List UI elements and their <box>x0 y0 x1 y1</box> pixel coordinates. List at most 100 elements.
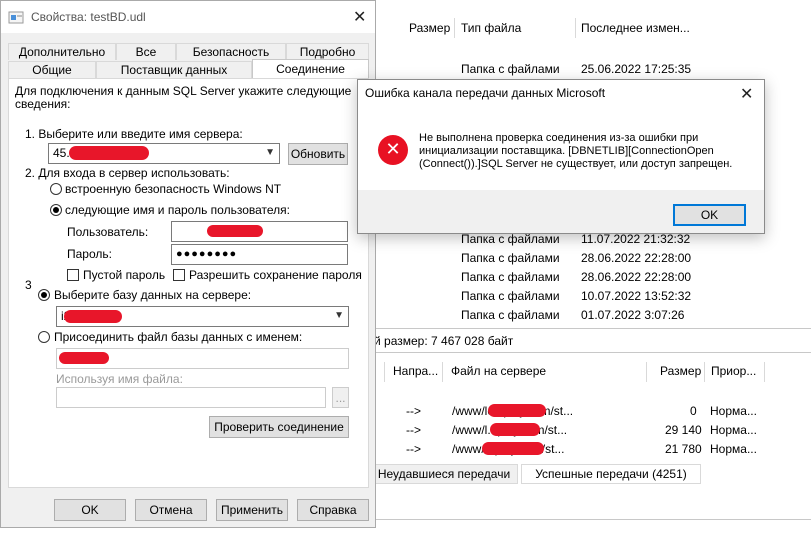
col-divider[interactable] <box>442 362 443 382</box>
file-date: 10.07.2022 13:52:32 <box>581 289 692 303</box>
queue-col-file[interactable]: Файл на сервере <box>451 360 546 382</box>
queue-direction: --> <box>406 404 421 418</box>
file-row[interactable]: Папка с файлами 01.07.2022 3:07:26 <box>370 306 811 325</box>
file-row[interactable]: Папка с файлами 28.06.2022 22:28:00 <box>370 249 811 268</box>
blank-password-label: Пустой пароль <box>83 268 166 282</box>
user-label: Пользователь: <box>67 225 149 239</box>
file-type: Папка с файлами <box>461 270 560 284</box>
tab-general[interactable]: Общие <box>8 61 96 78</box>
dialog-titlebar[interactable]: Свойства: testBD.udl ✕ <box>1 1 375 33</box>
queue-priority: Норма... <box>710 404 757 418</box>
file-date: 28.06.2022 22:28:00 <box>581 270 692 284</box>
col-size[interactable]: Размер <box>409 17 450 39</box>
error-message: Не выполнена проверка соединения из-за о… <box>419 132 733 170</box>
queue-col-direction[interactable]: Напра... <box>393 360 438 382</box>
error-dialog: Ошибка канала передачи данных Microsoft … <box>357 79 765 234</box>
save-password-checkbox[interactable] <box>173 269 185 281</box>
file-type: Папка с файлами <box>461 251 560 265</box>
save-password-label: Разрешить сохранение пароля <box>189 268 362 282</box>
attach-db-label: Присоединить файл базы данных с именем: <box>54 330 303 344</box>
file-row[interactable]: Папка с файлами 28.06.2022 22:28:00 <box>370 268 811 287</box>
file-row[interactable]: Папка с файлами 10.07.2022 13:52:32 <box>370 287 811 306</box>
col-type[interactable]: Тип файла <box>461 17 521 39</box>
user-password-label: следующие имя и пароль пользователя: <box>65 203 290 217</box>
file-type: Папка с файлами <box>461 62 560 76</box>
blank-password-checkbox[interactable] <box>67 269 79 281</box>
password-field[interactable]: ●●●●●●●● <box>171 244 348 265</box>
radio-user-password[interactable] <box>50 204 62 216</box>
divider <box>370 519 811 520</box>
test-connection-button[interactable]: Проверить соединение <box>209 416 349 438</box>
password-label: Пароль: <box>67 247 112 261</box>
using-filename-label: Используя имя файла: <box>56 372 183 386</box>
col-divider[interactable] <box>384 362 385 382</box>
tab-all[interactable]: Все <box>116 43 176 60</box>
redaction-mark <box>69 146 149 160</box>
browse-button[interactable]: ... <box>332 387 349 408</box>
queue-size: 21 780 <box>665 442 702 456</box>
tab-advanced[interactable]: Дополнительно <box>8 43 116 60</box>
apply-button[interactable]: Применить <box>216 499 288 521</box>
properties-dialog: Свойства: testBD.udl ✕ Дополнительно Все… <box>0 0 376 528</box>
divider <box>370 352 811 353</box>
col-divider[interactable] <box>454 18 455 38</box>
divider <box>370 328 811 329</box>
filename-field[interactable] <box>56 387 326 408</box>
queue-size: 0 <box>690 404 697 418</box>
tab-failed-transfers[interactable]: Неудавшиеся передачи <box>370 464 518 484</box>
redaction-mark <box>207 225 263 237</box>
password-value: ●●●●●●●● <box>176 248 238 260</box>
redaction-mark <box>482 442 544 455</box>
queue-priority: Норма... <box>710 442 757 456</box>
queue-priority: Норма... <box>710 423 757 437</box>
redaction-mark <box>490 423 540 436</box>
help-button[interactable]: Справка <box>297 499 369 521</box>
file-row[interactable]: Папка с файлами 25.06.2022 17:25:35 <box>370 60 811 79</box>
col-divider[interactable] <box>575 18 576 38</box>
data-link-icon <box>8 11 24 24</box>
tab-successful-transfers[interactable]: Успешные передачи (4251) <box>521 464 701 484</box>
refresh-button[interactable]: Обновить <box>288 143 348 165</box>
col-divider[interactable] <box>704 362 705 382</box>
error-title: Ошибка канала передачи данных Microsoft <box>365 86 606 100</box>
queue-size: 29 140 <box>665 423 702 437</box>
close-icon[interactable]: ✕ <box>353 7 366 26</box>
tab-security[interactable]: Безопасность <box>176 43 286 60</box>
chevron-down-icon[interactable]: ▼ <box>334 310 344 321</box>
file-date: 25.06.2022 17:25:35 <box>581 62 692 76</box>
queue-direction: --> <box>406 423 421 437</box>
radio-select-db[interactable] <box>38 289 50 301</box>
tab-details[interactable]: Подробно <box>286 43 369 60</box>
radio-nt-security[interactable] <box>50 183 62 195</box>
dialog-title: Свойства: testBD.udl <box>31 10 146 24</box>
cancel-button[interactable]: Отмена <box>135 499 207 521</box>
close-icon[interactable]: ✕ <box>740 84 753 103</box>
intro-text: Для подключения к данным SQL Server укаж… <box>15 84 352 111</box>
col-modified[interactable]: Последнее измен... <box>581 17 690 39</box>
queue-col-priority[interactable]: Приор... <box>711 360 756 382</box>
error-ok-button[interactable]: OK <box>673 204 746 226</box>
tab-connection[interactable]: Соединение <box>252 59 369 79</box>
file-type: Папка с файлами <box>461 289 560 303</box>
col-divider[interactable] <box>646 362 647 382</box>
redaction-mark <box>64 310 122 323</box>
chevron-down-icon[interactable]: ▼ <box>265 147 275 158</box>
total-size-status: й размер: 7 467 028 байт <box>374 334 514 348</box>
step2-label: 2. Для входа в сервер использовать: <box>25 166 230 180</box>
error-icon: ✕ <box>378 135 408 165</box>
queue-direction: --> <box>406 442 421 456</box>
step3-label: 3 <box>25 278 32 292</box>
tab-provider[interactable]: Поставщик данных <box>96 61 252 78</box>
redaction-mark <box>488 404 546 417</box>
nt-security-label: встроенную безопасность Windows NT <box>65 182 282 196</box>
radio-attach-db[interactable] <box>38 331 50 343</box>
ok-button[interactable]: OK <box>54 499 126 521</box>
step1-label: 1. Выберите или введите имя сервера: <box>25 127 243 141</box>
file-type: Папка с файлами <box>461 308 560 322</box>
file-date: 28.06.2022 22:28:00 <box>581 251 692 265</box>
queue-col-size[interactable]: Размер <box>660 360 701 382</box>
select-db-label: Выберите базу данных на сервере: <box>54 288 252 302</box>
redaction-mark <box>59 352 109 364</box>
col-divider[interactable] <box>764 362 765 382</box>
file-date: 01.07.2022 3:07:26 <box>581 308 685 322</box>
